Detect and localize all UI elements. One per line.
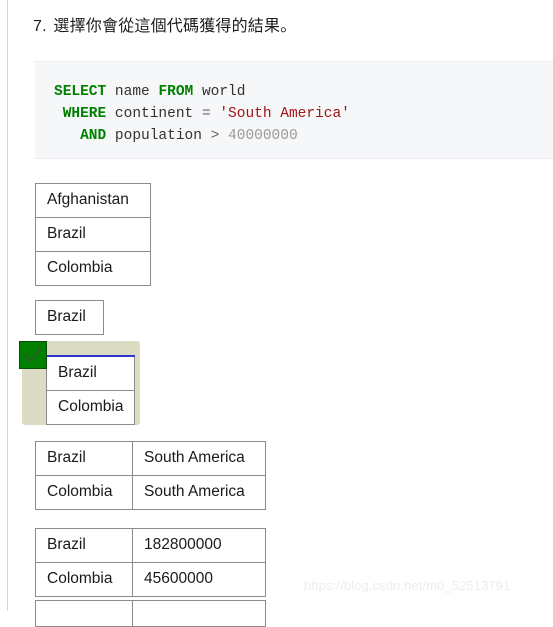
table-cell: Brazil xyxy=(35,300,104,335)
answer-option-3-selected[interactable]: Brazil Colombia xyxy=(45,355,136,425)
table-cell: Brazil xyxy=(35,441,133,476)
table-cell xyxy=(132,600,266,627)
code-token-south-america: 'South America' xyxy=(219,106,350,122)
code-token-where: WHERE xyxy=(62,106,107,122)
table-cell xyxy=(35,600,133,627)
code-token-select: SELECT xyxy=(54,84,107,100)
code-token-world: world xyxy=(193,84,246,100)
table-cell: Colombia xyxy=(35,475,133,510)
page-title: 7. 選擇你會從這個代碼獲得的結果。 xyxy=(33,14,296,40)
table-cell: Brazil xyxy=(35,217,151,252)
table-cell: 45600000 xyxy=(132,562,266,597)
code-token-continent: continent xyxy=(106,106,202,122)
answer-option-5[interactable]: Brazil 182800000 Colombia 45600000 xyxy=(35,528,266,597)
table-cell: South America xyxy=(132,441,266,476)
table-row: Brazil xyxy=(45,356,136,391)
answer-option-4[interactable]: Brazil South America Colombia South Amer… xyxy=(35,441,266,510)
code-space-3 xyxy=(219,128,228,144)
table-cell: Colombia xyxy=(45,390,136,425)
table-cell: Brazil xyxy=(45,356,136,391)
code-content: SELECT name FROM world WHERE continent =… xyxy=(35,62,553,147)
code-block: SELECT name FROM world WHERE continent =… xyxy=(35,61,553,159)
watermark: https://blog.csdn.net/m0_52513791 xyxy=(304,578,511,593)
table-cell: Brazil xyxy=(35,528,133,563)
table-cell: Colombia xyxy=(35,251,151,286)
table-row: Colombia South America xyxy=(35,475,266,510)
table-row: Brazil xyxy=(35,300,104,335)
code-token-40000000: 40000000 xyxy=(228,128,298,144)
page-root: 7. 選擇你會從這個代碼獲得的結果。 SELECT name FROM worl… xyxy=(0,0,553,627)
code-token-equals: = xyxy=(201,106,211,122)
table-row: Colombia xyxy=(35,251,151,286)
code-token-name: name xyxy=(106,84,159,100)
table-row: Brazil xyxy=(35,217,151,252)
table-cell: Afghanistan xyxy=(35,183,151,218)
answer-option-6-partial[interactable] xyxy=(35,600,266,627)
table-cell: 182800000 xyxy=(132,528,266,563)
answer-option-2[interactable]: Brazil xyxy=(35,300,104,335)
table-row: Colombia 45600000 xyxy=(35,562,266,597)
question-number: 7. xyxy=(33,18,47,35)
code-indent-2 xyxy=(54,106,63,122)
answer-option-1[interactable]: Afghanistan Brazil Colombia xyxy=(35,183,151,286)
left-margin-rule xyxy=(7,0,8,611)
code-token-population: population xyxy=(106,128,211,144)
table-row xyxy=(35,600,266,627)
code-token-from: FROM xyxy=(158,84,194,100)
table-row: Brazil South America xyxy=(35,441,266,476)
table-row: Afghanistan xyxy=(35,183,151,218)
table-cell: South America xyxy=(132,475,266,510)
code-indent-3 xyxy=(54,128,80,144)
table-cell: Colombia xyxy=(35,562,133,597)
check-icon xyxy=(19,341,47,369)
table-row: Brazil 182800000 xyxy=(35,528,266,563)
question-text: 選擇你會從這個代碼獲得的結果。 xyxy=(53,18,297,35)
table-row: Colombia xyxy=(45,390,136,425)
code-token-and: AND xyxy=(80,128,107,144)
